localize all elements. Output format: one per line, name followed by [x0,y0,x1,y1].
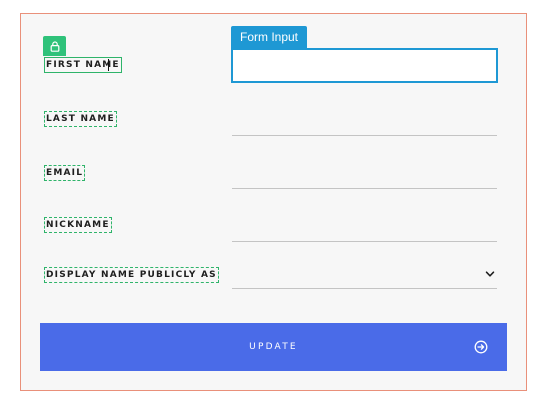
display-name-select[interactable] [232,262,497,289]
first-name-input[interactable] [231,48,498,83]
email-input[interactable] [232,167,497,189]
update-button-label: UPDATE [249,342,298,352]
update-button[interactable]: UPDATE [40,323,507,371]
arrow-right-circle-icon [474,340,488,354]
nickname-input[interactable] [232,220,497,242]
lock-icon[interactable] [43,36,66,56]
display-name-label[interactable]: DISPLAY NAME PUBLICLY AS [44,267,219,283]
first-name-label[interactable]: FIRST NAME [44,57,122,73]
last-name-input[interactable] [232,114,497,136]
nickname-label[interactable]: NICKNAME [44,217,112,233]
email-label[interactable]: EMAIL [44,165,86,181]
form-input-tag: Form Input [231,26,308,48]
last-name-label[interactable]: LAST NAME [44,111,117,127]
text-cursor [108,59,109,71]
chevron-down-icon [485,271,495,277]
